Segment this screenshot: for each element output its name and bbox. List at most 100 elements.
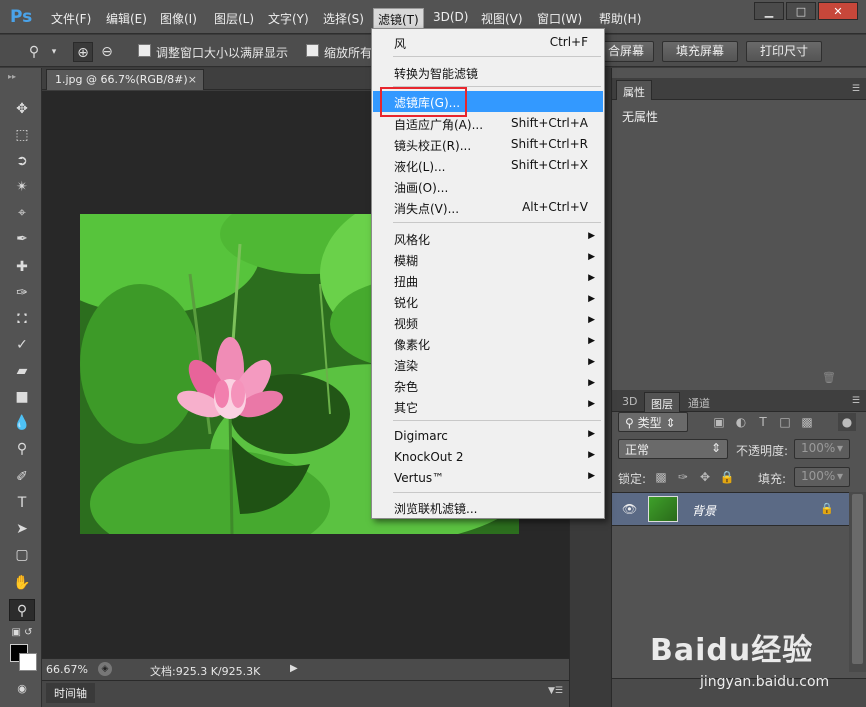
menu-item-vertus[interactable]: Vertus™ ▶ bbox=[373, 468, 603, 489]
zoom-icon[interactable]: ⚲ bbox=[24, 42, 44, 62]
fill-input[interactable]: 100% ▾ bbox=[794, 467, 850, 487]
menu-item-liquify[interactable]: 液化(L)... Shift+Ctrl+X bbox=[373, 155, 603, 176]
menu-item-oil-paint[interactable]: 油画(O)... bbox=[373, 176, 603, 197]
brush-tool-icon[interactable]: ✑ bbox=[9, 282, 35, 304]
menu-filter[interactable]: 滤镜(T) bbox=[373, 8, 424, 30]
menu-item-sharpen[interactable]: 锐化 ▶ bbox=[373, 291, 603, 312]
swap-colors-icon[interactable]: ▣ ↺ bbox=[9, 626, 35, 640]
magic-wand-icon[interactable]: ✴ bbox=[9, 176, 35, 198]
fit-screen-button[interactable]: 合屏幕 bbox=[598, 41, 654, 62]
menu-item-render[interactable]: 渲染 ▶ bbox=[373, 354, 603, 375]
dodge-tool-icon[interactable]: ⚲ bbox=[9, 438, 35, 460]
tab-properties[interactable]: 属性 bbox=[616, 80, 652, 100]
menu-item-knockout[interactable]: KnockOut 2 ▶ bbox=[373, 447, 603, 468]
layer-filter-select[interactable]: ⚲ 类型 ⇕ bbox=[618, 412, 688, 432]
menu-3d[interactable]: 3D(D) bbox=[433, 10, 468, 28]
menu-type[interactable]: 文字(Y) bbox=[268, 10, 309, 28]
layer-name[interactable]: 背景 bbox=[692, 502, 716, 519]
collapse-icon[interactable]: ▸▸ bbox=[8, 72, 16, 81]
smart-object-filter-icon[interactable]: ▩ bbox=[798, 413, 816, 431]
lock-position-icon[interactable]: ✥ bbox=[696, 468, 714, 486]
type-filter-icon[interactable]: T bbox=[754, 413, 772, 431]
menu-window[interactable]: 窗口(W) bbox=[537, 10, 582, 28]
healing-brush-icon[interactable]: ✚ bbox=[9, 256, 35, 278]
chevron-down-icon[interactable]: ▾ bbox=[44, 42, 64, 62]
zoom-tool-icon[interactable]: ⚲ bbox=[9, 599, 35, 621]
fill-screen-button[interactable]: 填充屏幕 bbox=[662, 41, 738, 62]
shape-filter-icon[interactable]: □ bbox=[776, 413, 794, 431]
lasso-tool-icon[interactable]: ➲ bbox=[9, 150, 35, 172]
tab-3d[interactable]: 3D bbox=[616, 392, 643, 412]
tab-timeline[interactable]: 时间轴 bbox=[46, 683, 95, 703]
menu-item-convert-smart-filter[interactable]: 转换为智能滤镜 bbox=[373, 62, 603, 83]
menu-item-stylize[interactable]: 风格化 ▶ bbox=[373, 228, 603, 249]
menu-item-blur[interactable]: 模糊 ▶ bbox=[373, 249, 603, 270]
menu-item-video[interactable]: 视频 ▶ bbox=[373, 312, 603, 333]
minimize-button[interactable]: ▁ bbox=[754, 2, 784, 20]
menu-edit[interactable]: 编辑(E) bbox=[106, 10, 147, 28]
menu-item-browse-online-filters[interactable]: 浏览联机滤镜... bbox=[373, 497, 603, 518]
zoom-in-icon[interactable]: ⊕ bbox=[73, 42, 93, 62]
eye-icon[interactable]: 👁 bbox=[622, 502, 637, 516]
hand-tool-icon[interactable]: ✋ bbox=[9, 572, 35, 594]
document-tab[interactable]: 1.jpg @ 66.7%(RGB/8#) × bbox=[46, 69, 204, 90]
layer-row-background[interactable]: 👁 背景 🔒 bbox=[612, 492, 849, 526]
adjustment-filter-icon[interactable]: ◐ bbox=[732, 413, 750, 431]
marquee-tool-icon[interactable]: ⬚ bbox=[9, 124, 35, 146]
panel-menu-icon[interactable]: ▼☰ bbox=[548, 686, 563, 696]
pixel-filter-icon[interactable]: ▣ bbox=[710, 413, 728, 431]
rectangle-tool-icon[interactable]: ▢ bbox=[9, 544, 35, 566]
close-icon[interactable]: × bbox=[188, 73, 197, 86]
menu-item-vanishing-point[interactable]: 消失点(V)... Alt+Ctrl+V bbox=[373, 197, 603, 218]
maximize-button[interactable]: □ bbox=[786, 2, 816, 20]
clone-stamp-icon[interactable]: ⛚ bbox=[9, 308, 35, 330]
panel-menu-icon[interactable]: ☰ bbox=[852, 396, 860, 406]
menu-item-pixelate[interactable]: 像素化 ▶ bbox=[373, 333, 603, 354]
status-menu-icon[interactable]: ▶ bbox=[290, 663, 298, 674]
menu-file[interactable]: 文件(F) bbox=[51, 10, 91, 28]
crop-tool-icon[interactable]: ⌖ bbox=[9, 202, 35, 224]
tab-layers[interactable]: 图层 bbox=[644, 392, 680, 412]
tab-channels[interactable]: 通道 bbox=[682, 392, 716, 412]
menu-item-wind[interactable]: 风 Ctrl+F bbox=[373, 32, 603, 53]
menu-item-other[interactable]: 其它 ▶ bbox=[373, 396, 603, 417]
submenu-arrow-icon: ▶ bbox=[588, 336, 595, 346]
blend-mode-select[interactable]: 正常 ⇕ bbox=[618, 439, 728, 459]
zoom-out-icon[interactable]: ⊖ bbox=[97, 42, 117, 62]
eraser-icon[interactable]: ▰ bbox=[9, 360, 35, 382]
zoom-all-checkbox[interactable] bbox=[306, 44, 319, 57]
menu-image[interactable]: 图像(I) bbox=[160, 10, 197, 28]
move-tool-icon[interactable]: ✥ bbox=[9, 98, 35, 120]
zoom-level[interactable]: 66.67% bbox=[46, 663, 88, 676]
print-size-button[interactable]: 打印尺寸 bbox=[746, 41, 822, 62]
lock-pixels-icon[interactable]: ✑ bbox=[674, 468, 692, 486]
document-info-icon[interactable]: ◈ bbox=[98, 662, 112, 676]
menu-help[interactable]: 帮助(H) bbox=[599, 10, 641, 28]
lock-transparent-icon[interactable]: ▩ bbox=[652, 468, 670, 486]
menu-select[interactable]: 选择(S) bbox=[323, 10, 364, 28]
path-selection-icon[interactable]: ➤ bbox=[9, 518, 35, 540]
type-tool-icon[interactable]: T bbox=[9, 492, 35, 514]
submenu-arrow-icon: ▶ bbox=[588, 273, 595, 283]
blur-tool-icon[interactable]: 💧 bbox=[9, 412, 35, 434]
menu-item-noise[interactable]: 杂色 ▶ bbox=[373, 375, 603, 396]
panel-menu-icon[interactable]: ☰ bbox=[852, 84, 860, 94]
trash-icon[interactable]: 🗑 bbox=[822, 371, 836, 384]
quick-mask-icon[interactable]: ◉ bbox=[9, 678, 35, 700]
eyedropper-icon[interactable]: ✒ bbox=[9, 228, 35, 250]
pen-tool-icon[interactable]: ✐ bbox=[9, 466, 35, 488]
opacity-input[interactable]: 100% ▾ bbox=[794, 439, 850, 459]
gradient-tool-icon[interactable]: ■ bbox=[9, 386, 35, 408]
menu-item-distort[interactable]: 扭曲 ▶ bbox=[373, 270, 603, 291]
menu-view[interactable]: 视图(V) bbox=[481, 10, 523, 28]
resize-windows-checkbox[interactable] bbox=[138, 44, 151, 57]
history-brush-icon[interactable]: ✓ bbox=[9, 334, 35, 356]
menu-item-lens-correction[interactable]: 镜头校正(R)... Shift+Ctrl+R bbox=[373, 134, 603, 155]
menu-layer[interactable]: 图层(L) bbox=[214, 10, 254, 28]
lock-all-icon[interactable]: 🔒 bbox=[718, 468, 736, 486]
background-color-swatch[interactable] bbox=[19, 653, 37, 671]
close-button[interactable]: ✕ bbox=[818, 2, 858, 20]
menu-item-digimarc[interactable]: Digimarc ▶ bbox=[373, 426, 603, 447]
filter-toggle-icon[interactable]: ● bbox=[838, 413, 856, 431]
opacity-label: 不透明度: bbox=[736, 444, 789, 458]
